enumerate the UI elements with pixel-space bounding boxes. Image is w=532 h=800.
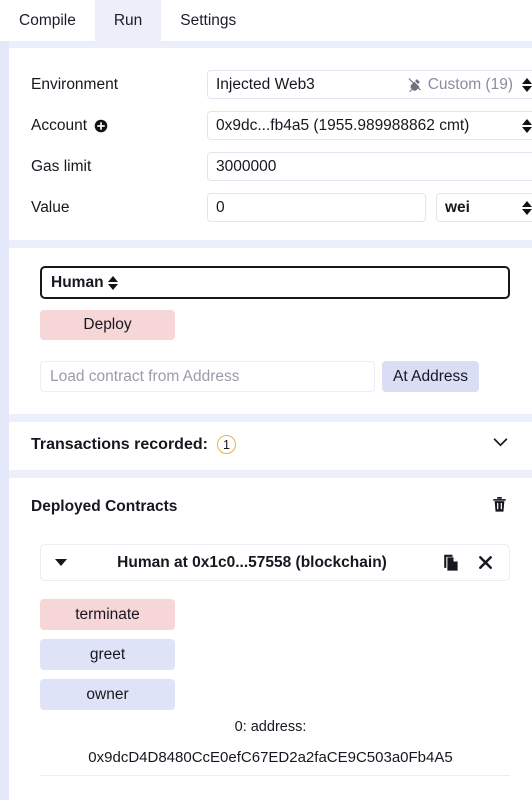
tab-bar: Compile Run Settings <box>0 0 532 41</box>
chevron-updown-icon[interactable] <box>521 76 532 94</box>
gas-limit-value: 3000000 <box>216 157 277 175</box>
account-label: Account <box>31 117 108 135</box>
deploy-card: Human Deploy Load contract from Address … <box>9 248 532 414</box>
environment-network-text: Custom (19) <box>427 75 513 93</box>
tab-compile[interactable]: Compile <box>0 0 95 41</box>
deployed-contracts-title: Deployed Contracts <box>31 498 178 515</box>
value-row: Value 0 wei <box>9 193 532 222</box>
contract-function-owner[interactable]: owner <box>40 679 175 710</box>
plug-icon <box>408 78 421 92</box>
gas-limit-row: Gas limit 3000000 <box>9 152 532 181</box>
remix-run-panel: Compile Run Settings Environment Injecte… <box>0 0 532 800</box>
copy-icon[interactable] <box>443 554 459 571</box>
deploy-button-label: Deploy <box>83 316 132 333</box>
tab-run[interactable]: Run <box>94 0 162 41</box>
run-settings-card: Environment Injected Web3 Custom (19) Ac… <box>9 48 532 240</box>
transactions-count-badge: 1 <box>216 435 236 454</box>
chevron-updown-icon[interactable] <box>108 274 119 292</box>
contract-name: Human <box>51 273 104 291</box>
contract-function-label: owner <box>86 685 129 703</box>
value-unit-select[interactable]: wei <box>436 193 532 222</box>
tab-settings[interactable]: Settings <box>161 0 256 41</box>
account-select[interactable]: 0x9dc...fb4a5 (1955.989988862 cmt) <box>207 111 532 140</box>
value-unit: wei <box>445 198 470 216</box>
environment-network: Custom (19) <box>407 76 517 94</box>
left-rail <box>0 41 9 800</box>
plus-circle-icon[interactable] <box>94 119 108 133</box>
call-result-value: 0x9dcD4D8480CcE0efC67ED2a2faCE9C503a0Fb4… <box>88 749 453 766</box>
environment-select[interactable]: Injected Web3 Custom (19) <box>207 70 532 99</box>
contract-function-greet[interactable]: greet <box>40 639 175 670</box>
environment-label: Environment <box>31 76 118 94</box>
deploy-button[interactable]: Deploy <box>40 310 175 340</box>
environment-row: Environment Injected Web3 Custom (19) <box>9 70 532 99</box>
call-result-label: 0: address: <box>234 719 307 735</box>
gas-limit-input[interactable]: 3000000 <box>207 152 532 181</box>
at-address-button[interactable]: At Address <box>382 361 479 392</box>
at-address-input[interactable]: Load contract from Address <box>40 361 375 392</box>
chevron-updown-icon[interactable] <box>521 117 532 135</box>
transactions-recorded-title: Transactions recorded: 1 <box>31 435 236 454</box>
value-label-text: Value <box>31 198 70 216</box>
account-label-text: Account <box>31 116 88 134</box>
contract-select[interactable]: Human <box>40 266 510 299</box>
value-label: Value <box>31 199 70 217</box>
chevron-down-icon[interactable] <box>493 438 508 447</box>
environment-value: Injected Web3 <box>216 75 315 93</box>
contract-function-terminate[interactable]: terminate <box>40 599 175 630</box>
at-address-button-label: At Address <box>393 367 468 385</box>
transactions-recorded-card[interactable]: Transactions recorded: 1 <box>9 422 532 470</box>
deployed-contracts-card: Deployed Contracts Human at 0x1c0...5755… <box>9 478 532 800</box>
environment-label-text: Environment <box>31 75 119 93</box>
close-icon[interactable] <box>478 555 493 570</box>
trash-icon[interactable] <box>492 496 507 513</box>
contract-function-label: greet <box>89 645 126 663</box>
gas-limit-label: Gas limit <box>31 158 91 176</box>
transactions-recorded-label: Transactions recorded: <box>31 435 208 453</box>
value-amount: 0 <box>216 198 225 216</box>
contract-function-label: terminate <box>75 605 140 623</box>
gas-limit-label-text: Gas limit <box>31 157 92 175</box>
chevron-updown-icon[interactable] <box>521 199 532 217</box>
at-address-placeholder: Load contract from Address <box>50 367 240 385</box>
result-divider <box>40 775 510 776</box>
account-row: Account 0x9dc...fb4a5 (1955.989988862 cm… <box>9 111 532 140</box>
value-input[interactable]: 0 <box>207 193 426 222</box>
deployed-contract-instance[interactable]: Human at 0x1c0...57558 (blockchain) <box>40 544 510 581</box>
account-value: 0x9dc...fb4a5 (1955.989988862 cmt) <box>216 116 470 134</box>
deployed-contract-name: Human at 0x1c0...57558 (blockchain) <box>117 553 387 571</box>
